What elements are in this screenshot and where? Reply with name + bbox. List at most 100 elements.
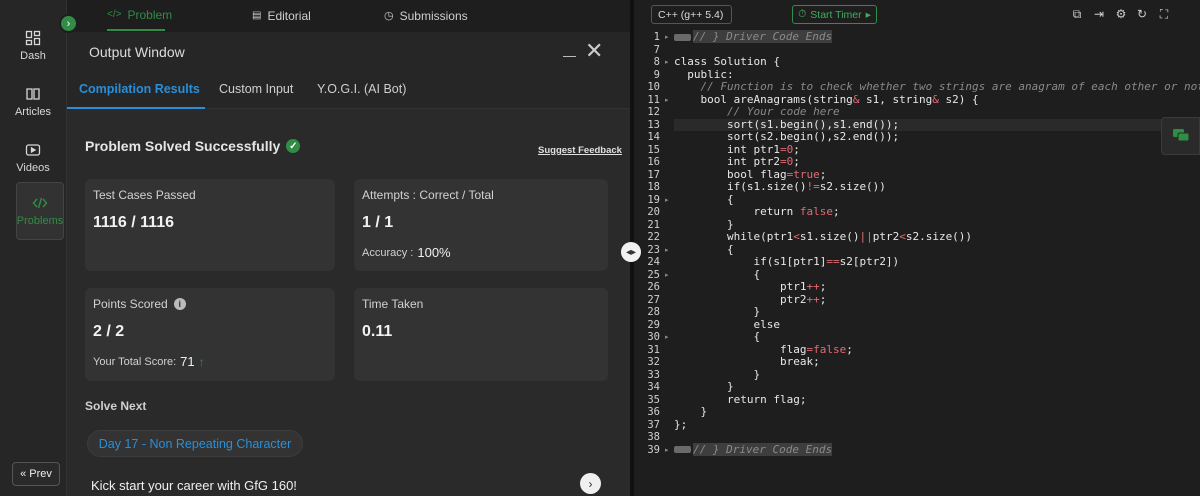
check-circle-icon: ✓ xyxy=(286,139,301,153)
settings-icon[interactable]: ⚙ xyxy=(1114,7,1128,21)
resize-handle-icon[interactable]: ◂▸ xyxy=(621,242,641,262)
fold-toggle-icon[interactable]: ▸ xyxy=(665,58,669,66)
code-line[interactable]: if(s1[ptr1]==s2[ptr2]) xyxy=(674,255,899,269)
dashboard-icon xyxy=(25,30,41,46)
line-number: 27 xyxy=(647,293,660,306)
status-heading: Problem Solved Successfully ✓ xyxy=(85,138,301,154)
line-number: 11 xyxy=(647,93,660,106)
code-line[interactable]: class Solution { xyxy=(674,55,780,69)
tab-compilation-results[interactable]: Compilation Results xyxy=(79,82,200,96)
rail-item-label: Videos xyxy=(16,162,50,174)
card-label: Attempts : Correct / Total xyxy=(362,188,494,202)
timer-icon: ⏱ xyxy=(798,8,807,20)
tab-submissions[interactable]: ◷ Submissions xyxy=(384,0,468,31)
line-number: 37 xyxy=(647,418,660,431)
minimize-icon[interactable] xyxy=(563,56,576,57)
chat-button[interactable] xyxy=(1161,117,1200,155)
code-line[interactable]: if(s1.size()!=s2.size()) xyxy=(674,180,886,194)
attempts-card: Attempts : Correct / Total 1 / 1 Accurac… xyxy=(354,179,608,271)
line-number: 16 xyxy=(647,156,660,168)
card-label: Points Scored i xyxy=(93,297,186,311)
export-icon[interactable]: ⇥ xyxy=(1092,7,1106,21)
code-line[interactable]: } xyxy=(674,405,707,419)
code-line[interactable]: // } Driver Code Ends xyxy=(674,30,833,44)
code-line[interactable]: } xyxy=(674,380,734,394)
status-text: Problem Solved Successfully xyxy=(85,138,281,154)
code-icon xyxy=(32,197,48,209)
book-icon xyxy=(26,88,40,100)
fullscreen-icon[interactable]: ⛶ xyxy=(1157,7,1171,21)
video-icon xyxy=(25,144,41,156)
fold-toggle-icon[interactable]: ▸ xyxy=(665,246,669,254)
language-select[interactable]: C++ (g++ 5.4) xyxy=(651,5,732,24)
timer-label: Start Timer xyxy=(810,8,862,21)
line-number: 31 xyxy=(647,343,660,356)
code-line[interactable]: while(ptr1<s1.size()||ptr2<s2.size()) xyxy=(674,230,972,244)
rail-item-articles[interactable]: Articles xyxy=(8,76,58,128)
rail-item-problems[interactable]: Problems xyxy=(16,182,64,240)
code-line[interactable]: break; xyxy=(674,355,820,369)
suggest-feedback-link[interactable]: Suggest Feedback xyxy=(538,145,622,156)
line-number: 17 xyxy=(647,168,660,181)
line-number: 39 xyxy=(647,443,660,456)
points-card: Points Scored i 2 / 2 Your Total Score: … xyxy=(85,288,335,381)
test-cases-value: 1116 / 1116 xyxy=(93,214,174,231)
chevron-right-icon: › xyxy=(66,17,71,30)
app-root: Dash Articles Videos Problems « Prev › <… xyxy=(0,0,1200,496)
tab-custom-input[interactable]: Custom Input xyxy=(219,82,293,96)
fold-toggle-icon[interactable]: ▸ xyxy=(665,33,669,41)
test-cases-card: Test Cases Passed 1116 / 1116 xyxy=(85,179,335,271)
rail-item-label: Articles xyxy=(14,106,52,118)
line-number: 34 xyxy=(647,381,660,393)
line-number: 18 xyxy=(647,181,660,193)
copy-icon[interactable]: ⧉ xyxy=(1070,7,1084,21)
code-line[interactable]: return false; xyxy=(674,205,839,219)
output-tabs: Compilation Results Custom Input Y.O.G.I… xyxy=(67,72,630,109)
promo-text: Kick start your career with GfG 160! xyxy=(91,478,297,493)
line-number: 33 xyxy=(647,368,660,381)
chevron-right-icon: › xyxy=(588,476,593,491)
close-icon[interactable]: ✕ xyxy=(585,40,603,62)
fold-toggle-icon[interactable]: ▸ xyxy=(665,333,669,341)
code-editor[interactable]: 1 ▸ 7 8 ▸ 9 10 11 ▸ 12 13 14 15 16 17 18 19 ▸ 20 21 22 23 ▸ 24 2… xyxy=(634,30,1200,496)
code-icon: </> xyxy=(107,9,122,20)
tab-problem[interactable]: </> Problem xyxy=(107,0,172,31)
code-lines[interactable]: // } Driver Code Ends class Solution { pu… xyxy=(674,30,1200,496)
code-line[interactable]: int ptr2=0; xyxy=(674,155,800,169)
line-number: 35 xyxy=(647,393,660,406)
line-number: 12 xyxy=(647,106,660,118)
line-number: 8 xyxy=(653,56,660,68)
reset-icon[interactable]: ↻ xyxy=(1135,7,1149,21)
promo-next-button[interactable]: › xyxy=(580,473,601,494)
start-timer-button[interactable]: ⏱ Start Timer ▸ xyxy=(792,5,877,24)
fold-toggle-icon[interactable]: ▸ xyxy=(665,271,669,279)
time-card: Time Taken 0.11 xyxy=(354,288,608,381)
accuracy-label: Accuracy : xyxy=(362,246,414,259)
total-score-label: Your Total Score: xyxy=(93,355,177,368)
prev-button[interactable]: « Prev xyxy=(12,462,60,486)
accuracy-value: 100% xyxy=(417,245,451,260)
fold-toggle-icon[interactable]: ▸ xyxy=(665,446,669,454)
code-line[interactable]: // } Driver Code Ends xyxy=(674,442,833,457)
editor-toolbar: C++ (g++ 5.4) ⏱ Start Timer ▸ ⧉ ⇥ ⚙ ↻ ⛶ xyxy=(634,0,1200,30)
expand-panel-button[interactable]: › xyxy=(59,14,78,33)
rail-item-videos[interactable]: Videos xyxy=(8,132,58,184)
line-number: 22 xyxy=(647,231,660,243)
line-gutter: 1 ▸ 7 8 ▸ 9 10 11 ▸ 12 13 14 15 16 17 18 19 ▸ 20 21 22 23 ▸ 24 2… xyxy=(634,30,674,496)
tab-yogi-bot[interactable]: Y.O.G.I. (AI Bot) xyxy=(317,82,406,96)
tab-editorial[interactable]: ▤ Editorial xyxy=(252,0,311,31)
fold-toggle-icon[interactable]: ▸ xyxy=(665,96,669,104)
time-value: 0.11 xyxy=(362,323,393,340)
info-icon[interactable]: i xyxy=(173,298,186,310)
fold-toggle-icon[interactable]: ▸ xyxy=(665,196,669,204)
code-line[interactable]: }; xyxy=(674,418,687,432)
rail-item-dash[interactable]: Dash xyxy=(8,20,58,72)
line-number: 15 xyxy=(647,143,660,156)
next-problem-link[interactable]: Day 17 - Non Repeating Character xyxy=(87,430,303,457)
code-line[interactable]: } xyxy=(674,305,760,319)
line-number: 29 xyxy=(647,318,660,331)
code-line[interactable]: { xyxy=(674,330,760,344)
code-line[interactable]: ptr1++; xyxy=(674,280,826,294)
code-line[interactable]: // Your code here xyxy=(674,105,840,119)
arrow-up-icon: ↑ xyxy=(198,354,205,369)
